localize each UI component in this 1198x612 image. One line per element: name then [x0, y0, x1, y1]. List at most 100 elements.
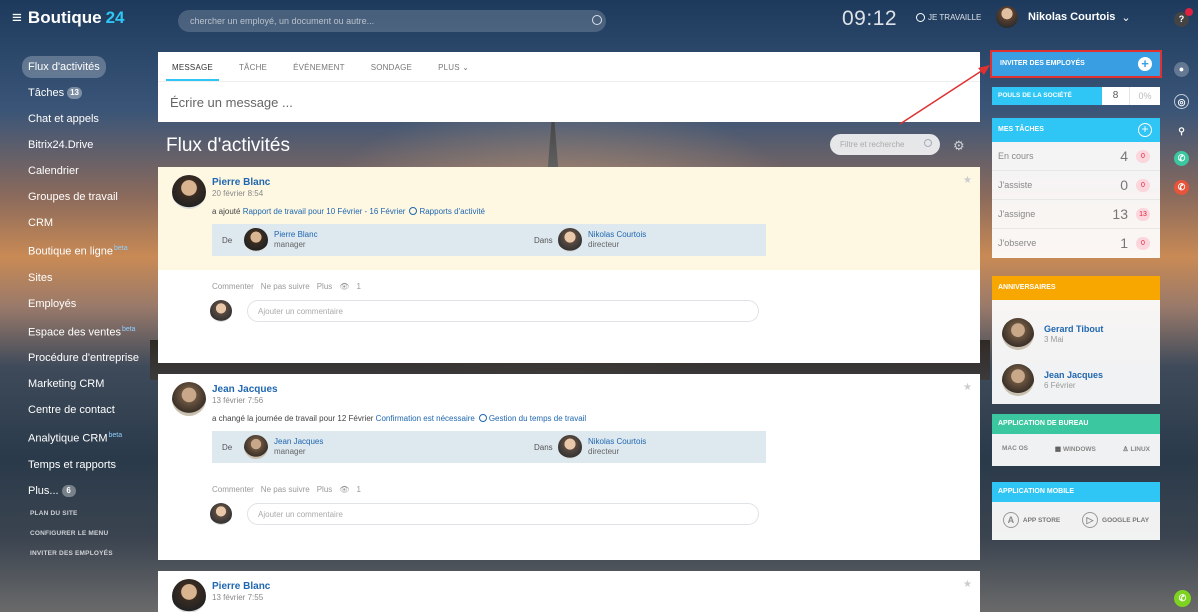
- more-link[interactable]: Plus: [317, 282, 333, 291]
- avatar[interactable]: [244, 228, 268, 252]
- author-avatar[interactable]: [172, 579, 206, 612]
- menu-burger-icon[interactable]: ≡: [12, 8, 22, 27]
- birthday-person[interactable]: Gerard Tibout 3 Mai: [1002, 318, 1103, 350]
- sidebar-item-time-reports[interactable]: Temps et rapports: [22, 454, 152, 476]
- action-link[interactable]: Confirmation est nécessaire: [376, 414, 475, 423]
- sidebar-item-label: Sites: [28, 271, 53, 284]
- widget-header: MES TÂCHES +: [992, 118, 1160, 142]
- user-menu[interactable]: Nikolas Courtois ⌄: [996, 6, 1131, 28]
- bell-icon[interactable]: ●: [1174, 62, 1189, 77]
- task-row-assisting[interactable]: J'assiste 0 0: [992, 171, 1160, 200]
- author-avatar[interactable]: [172, 175, 206, 209]
- my-tasks-widget: MES TÂCHES + En cours 4 0 J'assiste 0 0 J'ass…: [992, 118, 1160, 258]
- sidebar-item-label: Chat et appels: [28, 113, 99, 125]
- tab-event[interactable]: ÉVÉNEMENT: [287, 63, 351, 81]
- birthday-person[interactable]: Jean Jacques 6 Février: [1002, 364, 1103, 396]
- post-date[interactable]: 20 février 8:54: [212, 189, 968, 198]
- sidebar-item-employees[interactable]: Employés: [22, 293, 152, 315]
- invite-employees-button[interactable]: INVITER DES EMPLOYÉS +: [990, 50, 1162, 78]
- action-link[interactable]: Rapport de travail pour 10 Février - 16 …: [243, 207, 406, 216]
- avatar[interactable]: [244, 435, 268, 459]
- phone-end-icon[interactable]: ✆: [1174, 180, 1189, 195]
- in-name[interactable]: Nikolas Courtois: [588, 437, 646, 446]
- in-label: Dans: [534, 236, 553, 245]
- more-link[interactable]: Plus: [317, 485, 333, 494]
- unfollow-link[interactable]: Ne pas suivre: [261, 485, 310, 494]
- avatar[interactable]: [558, 435, 582, 459]
- pulse-label: POULS DE LA SOCIÉTÉ: [992, 87, 1102, 105]
- author-avatar[interactable]: [172, 382, 206, 416]
- sidebar-item-workgroups[interactable]: Groupes de travail: [22, 186, 152, 208]
- configure-menu-link[interactable]: CONFIGURER LE MENU: [22, 526, 152, 541]
- task-label: En cours: [998, 151, 1034, 161]
- feed-post: Jean Jacques 13 février 7:56 a changé la…: [158, 374, 980, 560]
- star-icon[interactable]: ★: [963, 382, 972, 393]
- clock[interactable]: 09:12: [842, 7, 897, 31]
- linux-link[interactable]: ♙ LINUX: [1123, 445, 1150, 453]
- comment-input[interactable]: [247, 503, 759, 525]
- sidebar-item-calendar[interactable]: Calendrier: [22, 160, 152, 182]
- comment-input[interactable]: [247, 300, 759, 322]
- sidebar-item-online-store[interactable]: Boutique en lignebeta: [22, 238, 152, 263]
- sidebar-item-procedures[interactable]: Procédure d'entreprise: [22, 347, 152, 369]
- search-icon[interactable]: [924, 139, 932, 147]
- sidebar-item-sales-space[interactable]: Espace des ventesbeta: [22, 319, 152, 344]
- avatar[interactable]: [558, 228, 582, 252]
- post-date[interactable]: 13 février 7:55: [212, 593, 968, 602]
- gear-icon[interactable]: ⚙: [953, 138, 965, 154]
- sidebar-item-label: Marketing CRM: [28, 378, 105, 391]
- post-author[interactable]: Pierre Blanc: [212, 177, 968, 188]
- add-task-icon[interactable]: +: [1138, 123, 1152, 137]
- sidebar-item-crm-marketing[interactable]: Marketing CRM: [22, 373, 152, 395]
- person-name: Gerard Tibout: [1044, 324, 1104, 334]
- sidebar-item-drive[interactable]: Bitrix24.Drive: [22, 134, 152, 156]
- task-row-in-progress[interactable]: En cours 4 0: [992, 142, 1160, 171]
- logo[interactable]: ≡ Boutique 24: [12, 8, 125, 28]
- tab-message[interactable]: MESSAGE: [166, 63, 219, 81]
- help-icon[interactable]: ?: [1174, 8, 1193, 27]
- work-status[interactable]: JE TRAVAILLE: [916, 13, 981, 22]
- task-row-assigned[interactable]: J'assigne 13 13: [992, 200, 1160, 229]
- from-name[interactable]: Jean Jacques: [274, 437, 323, 446]
- post-date[interactable]: 13 février 7:56: [212, 396, 968, 405]
- message-input[interactable]: [170, 91, 950, 113]
- star-icon[interactable]: ★: [963, 175, 972, 186]
- app-store-link[interactable]: A APP STORE: [1002, 512, 1060, 528]
- sidebar-item-tasks[interactable]: Tâches 13: [22, 82, 152, 104]
- chat-icon[interactable]: ◎: [1174, 94, 1189, 109]
- task-row-observing[interactable]: J'observe 1 0: [992, 229, 1160, 258]
- action-tag-link[interactable]: Rapports d'activité: [419, 207, 485, 216]
- tab-more[interactable]: PLUS ⌄: [432, 63, 475, 81]
- in-name[interactable]: Nikolas Courtois: [588, 230, 646, 239]
- unfollow-link[interactable]: Ne pas suivre: [261, 282, 310, 291]
- sidebar-item-crm-analytics[interactable]: Analytique CRMbeta: [22, 425, 152, 450]
- call-icon[interactable]: ✆: [1174, 590, 1191, 607]
- company-pulse[interactable]: POULS DE LA SOCIÉTÉ 8 0%: [992, 87, 1160, 105]
- from-name[interactable]: Pierre Blanc: [274, 230, 318, 239]
- macos-link[interactable]: MAC OS: [1000, 445, 1028, 453]
- comment-link[interactable]: Commenter: [212, 282, 254, 291]
- post-author[interactable]: Jean Jacques: [212, 384, 968, 395]
- windows-link[interactable]: ▦ WINDOWS: [1055, 445, 1096, 453]
- action-tag-link[interactable]: Gestion du temps de travail: [489, 414, 586, 423]
- search-icon[interactable]: [592, 15, 602, 25]
- task-label: J'assigne: [998, 209, 1036, 219]
- task-value: 4: [1120, 148, 1128, 164]
- sidebar-item-activity-stream[interactable]: Flux d'activités: [22, 56, 106, 78]
- sidebar-item-contact-center[interactable]: Centre de contact: [22, 399, 152, 421]
- sidebar-item-chat[interactable]: Chat et appels: [22, 108, 152, 130]
- sidebar-item-crm[interactable]: CRM: [22, 212, 152, 234]
- post-author[interactable]: Pierre Blanc: [212, 581, 968, 592]
- comment-link[interactable]: Commenter: [212, 485, 254, 494]
- search-input[interactable]: [178, 10, 606, 32]
- google-play-link[interactable]: ▷ GOOGLE PLAY: [1082, 512, 1149, 528]
- tab-poll[interactable]: SONDAGE: [365, 63, 418, 81]
- sidebar-item-sites[interactable]: Sites: [22, 267, 152, 289]
- sidebar-item-more[interactable]: Plus... 6: [22, 480, 152, 502]
- star-icon[interactable]: ★: [963, 579, 972, 590]
- invite-employees-link[interactable]: INVITER DES EMPLOYÉS: [22, 546, 152, 561]
- search-icon[interactable]: ⚲: [1174, 124, 1189, 139]
- tab-task[interactable]: TÂCHE: [233, 63, 273, 81]
- phone-icon[interactable]: ✆: [1174, 151, 1189, 166]
- sitemap-link[interactable]: PLAN DU SITE: [22, 506, 152, 521]
